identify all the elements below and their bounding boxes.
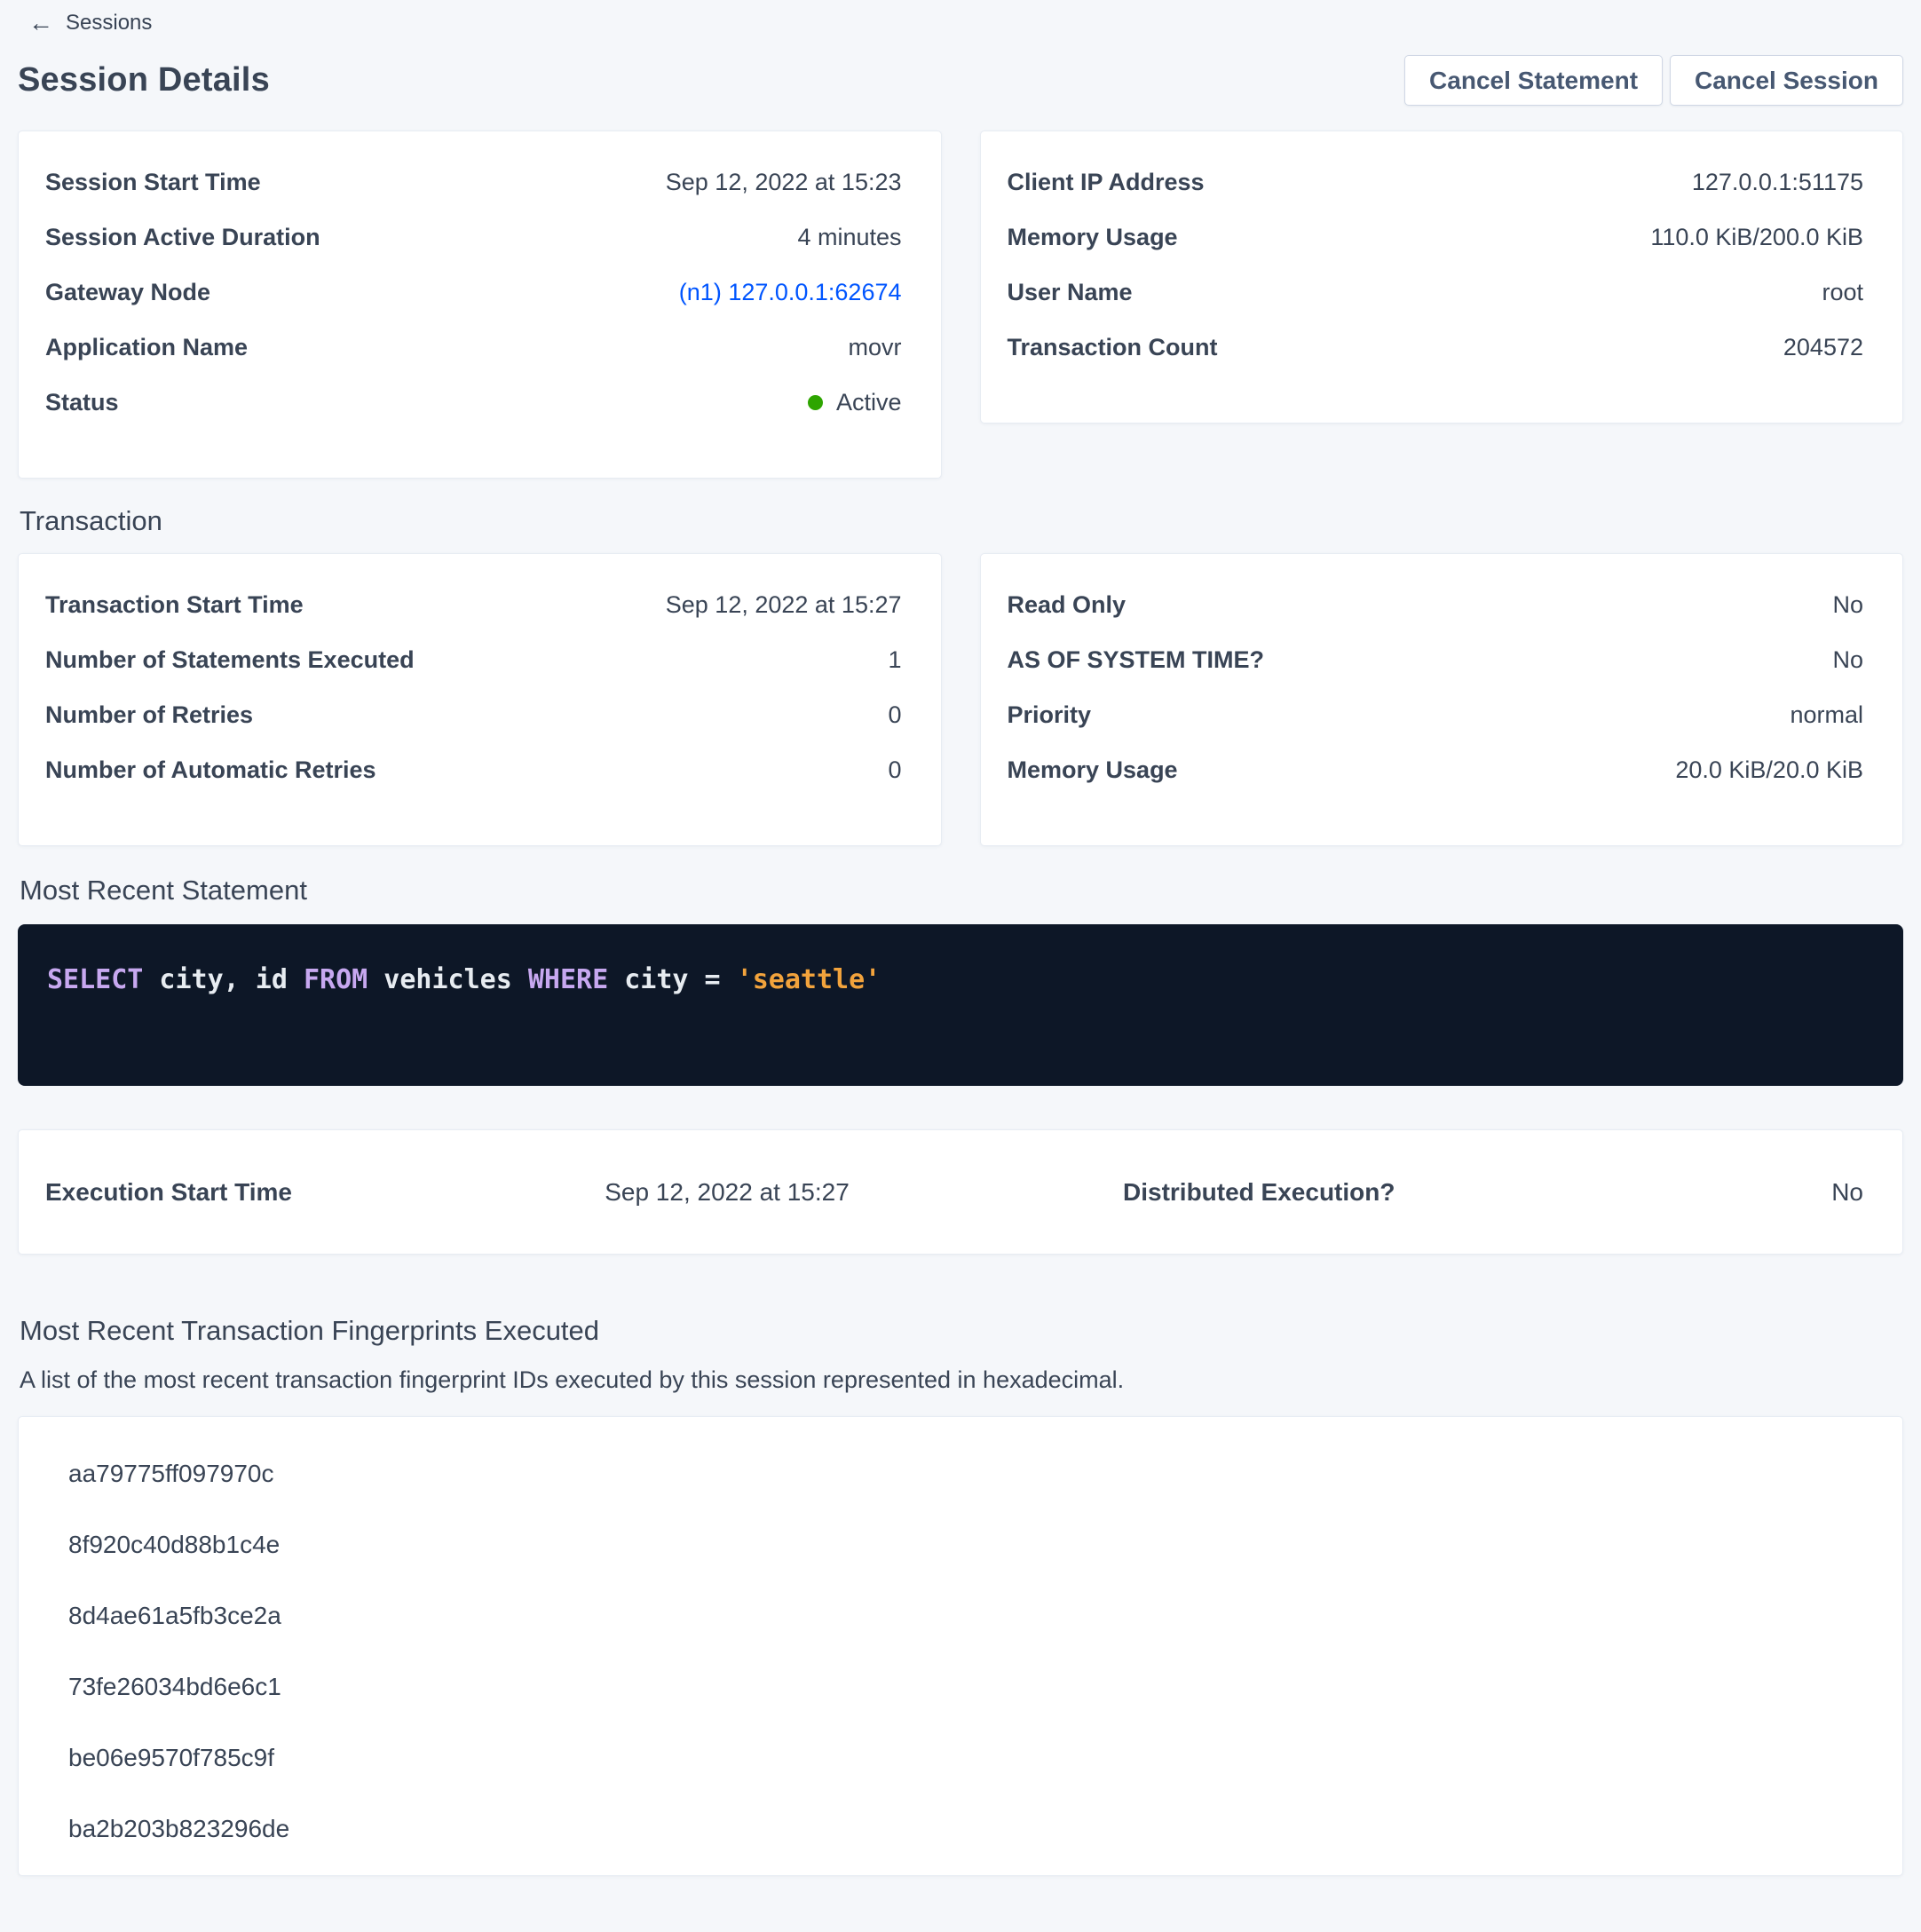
back-arrow-icon: ← xyxy=(28,11,53,36)
info-row: Priority normal xyxy=(1008,687,1864,742)
cancel-session-button[interactable]: Cancel Session xyxy=(1670,55,1903,106)
info-row-value: root xyxy=(1822,279,1863,306)
info-row-value: 4 minutes xyxy=(797,224,901,251)
info-row-value: No xyxy=(1832,646,1863,674)
execution-start-time-value: Sep 12, 2022 at 15:27 xyxy=(500,1178,954,1207)
info-row-value: normal xyxy=(1790,701,1863,729)
info-row-value: 204572 xyxy=(1783,334,1863,361)
info-row: Client IP Address 127.0.0.1:51175 xyxy=(1008,154,1864,210)
session-details-page: ← Sessions Session Details Cancel Statem… xyxy=(0,0,1921,1876)
sql-token-kw: SELECT xyxy=(47,964,143,995)
transaction-card-left: Transaction Start Time Sep 12, 2022 at 15… xyxy=(18,553,942,846)
info-row-label: Gateway Node xyxy=(45,279,210,306)
page-header: Session Details Cancel Statement Cancel … xyxy=(18,55,1903,106)
status-label: Active xyxy=(836,389,902,416)
fingerprint-list-item: 8d4ae61a5fb3ce2a xyxy=(68,1580,1863,1651)
info-row: Status Active xyxy=(45,375,902,430)
header-actions: Cancel Statement Cancel Session xyxy=(1404,55,1903,106)
info-row: User Name root xyxy=(1008,265,1864,320)
info-row-label: Number of Statements Executed xyxy=(45,646,415,674)
info-row-value: 0 xyxy=(888,756,901,784)
info-row-value: Active xyxy=(808,389,902,416)
info-row-label: Application Name xyxy=(45,334,248,361)
info-row: Session Active Duration 4 minutes xyxy=(45,210,902,265)
sql-token-kw: FROM xyxy=(304,964,368,995)
back-to-sessions-link[interactable]: ← Sessions xyxy=(18,7,154,36)
info-row-label: Session Active Duration xyxy=(45,224,320,251)
info-row: Transaction Start Time Sep 12, 2022 at 15… xyxy=(45,577,902,632)
info-row-value: (n1) 127.0.0.1:62674 xyxy=(679,279,902,306)
info-row-label: Read Only xyxy=(1008,591,1127,619)
fingerprint-list-item: 8f920c40d88b1c4e xyxy=(68,1509,1863,1580)
info-row: Application Name movr xyxy=(45,320,902,375)
info-row: Read Only No xyxy=(1008,577,1864,632)
transaction-section: Transaction Start Time Sep 12, 2022 at 15… xyxy=(18,553,1903,846)
fingerprints-card: aa79775ff097970c8f920c40d88b1c4e8d4ae61a… xyxy=(18,1416,1903,1876)
sql-token-str: 'seattle' xyxy=(737,964,881,995)
status-badge: Active xyxy=(808,389,902,416)
execution-start-time-label: Execution Start Time xyxy=(45,1178,500,1207)
info-row-label: Memory Usage xyxy=(1008,756,1178,784)
info-row-value: 127.0.0.1:51175 xyxy=(1692,169,1863,196)
sql-token-plain: city, id xyxy=(143,964,304,995)
info-row-label: Transaction Start Time xyxy=(45,591,304,619)
info-row-value: Sep 12, 2022 at 15:27 xyxy=(666,591,902,619)
info-row: Number of Statements Executed 1 xyxy=(45,632,902,687)
info-row: Memory Usage 110.0 KiB/200.0 KiB xyxy=(1008,210,1864,265)
fingerprint-list-item: aa79775ff097970c xyxy=(68,1438,1863,1509)
page-title: Session Details xyxy=(18,61,270,99)
info-row-value: Sep 12, 2022 at 15:23 xyxy=(666,169,902,196)
info-row: Gateway Node (n1) 127.0.0.1:62674 xyxy=(45,265,902,320)
info-row: Memory Usage 20.0 KiB/20.0 KiB xyxy=(1008,742,1864,797)
execution-summary-card: Execution Start Time Sep 12, 2022 at 15:… xyxy=(18,1129,1903,1255)
info-row: Session Start Time Sep 12, 2022 at 15:23 xyxy=(45,154,902,210)
info-row-label: Priority xyxy=(1008,701,1092,729)
cancel-statement-button[interactable]: Cancel Statement xyxy=(1404,55,1663,106)
info-row-label: Number of Retries xyxy=(45,701,253,729)
info-row-value: 1 xyxy=(888,646,901,674)
sql-token-plain: city = xyxy=(608,964,737,995)
info-row-label: Status xyxy=(45,389,119,416)
info-row: AS OF SYSTEM TIME? No xyxy=(1008,632,1864,687)
info-row-label: Transaction Count xyxy=(1008,334,1218,361)
info-row-value: 0 xyxy=(888,701,901,729)
info-row-value: 20.0 KiB/20.0 KiB xyxy=(1675,756,1863,784)
info-row-label: User Name xyxy=(1008,279,1133,306)
info-row-label: AS OF SYSTEM TIME? xyxy=(1008,646,1265,674)
info-row: Number of Automatic Retries 0 xyxy=(45,742,902,797)
fingerprints-section-description: A list of the most recent transaction fi… xyxy=(20,1365,1901,1395)
info-row-value: movr xyxy=(849,334,902,361)
sql-token-kw: WHERE xyxy=(528,964,608,995)
transaction-section-heading: Transaction xyxy=(20,505,1901,537)
transaction-card-right: Read Only No AS OF SYSTEM TIME? No Priority n… xyxy=(980,553,1904,846)
distributed-execution-value: No xyxy=(1409,1178,1863,1207)
gateway-node-link[interactable]: (n1) 127.0.0.1:62674 xyxy=(679,279,902,305)
info-row-value: 110.0 KiB/200.0 KiB xyxy=(1650,224,1863,251)
info-row-label: Session Start Time xyxy=(45,169,261,196)
info-row-label: Client IP Address xyxy=(1008,169,1205,196)
status-active-dot-icon xyxy=(808,395,823,410)
session-details-card-right: Client IP Address 127.0.0.1:51175 Memory U… xyxy=(980,131,1904,424)
fingerprint-list-item: 73fe26034bd6e6c1 xyxy=(68,1651,1863,1722)
fingerprints-section-heading: Most Recent Transaction Fingerprints Exe… xyxy=(20,1315,1901,1347)
sql-statement-box: SELECT city, id FROM vehicles WHERE city… xyxy=(18,924,1903,1086)
fingerprint-list-item: ba2b203b823296de xyxy=(68,1793,1863,1865)
distributed-execution-label: Distributed Execution? xyxy=(954,1178,1409,1207)
session-summary-section: Session Start TimeSep 12, 2022 at 15:23S… xyxy=(18,131,1903,479)
info-row: Transaction Count 204572 xyxy=(1008,320,1864,375)
statement-section-heading: Most Recent Statement xyxy=(20,875,1901,907)
info-row-value: No xyxy=(1832,591,1863,619)
sql-token-plain: vehicles xyxy=(368,964,528,995)
session-details-card-left: Session Start TimeSep 12, 2022 at 15:23S… xyxy=(18,131,942,479)
info-row-label: Memory Usage xyxy=(1008,224,1178,251)
fingerprint-list-item: be06e9570f785c9f xyxy=(68,1722,1863,1793)
info-row: Number of Retries 0 xyxy=(45,687,902,742)
back-link-label: Sessions xyxy=(66,11,152,36)
info-row-label: Number of Automatic Retries xyxy=(45,756,376,784)
